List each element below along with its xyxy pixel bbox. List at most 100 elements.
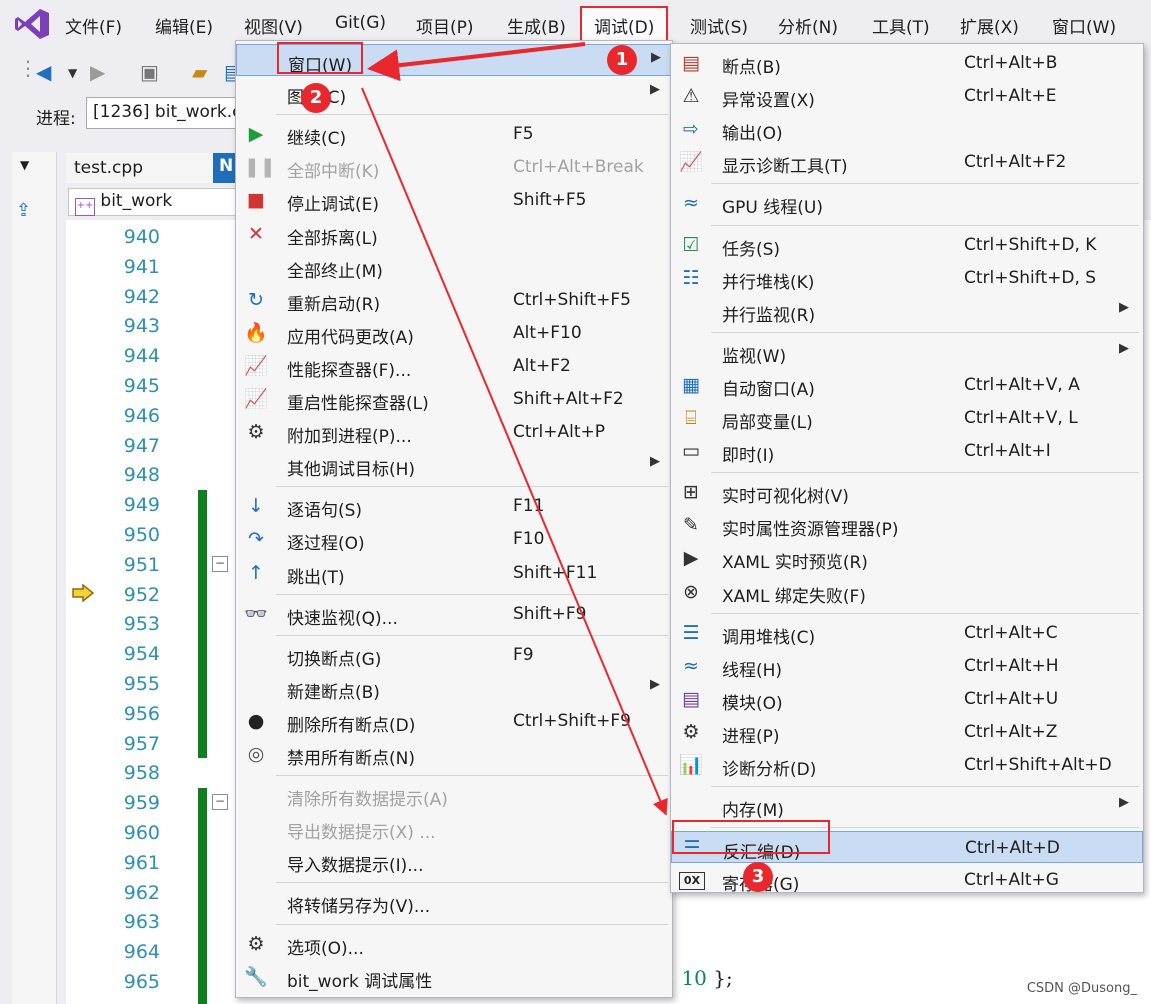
line-number: 948 [123, 464, 160, 487]
window-menu-item-19[interactable]: ⚙ 进程(P) Ctrl+Alt+Z [671, 716, 1143, 748]
new-project-icon[interactable]: ▣ [140, 60, 159, 84]
debug-menu-item-17[interactable]: 切换断点(G) F9 [236, 639, 672, 671]
debug-menu-item-15[interactable]: ↑ 跳出(T) Shift+F11 [236, 557, 672, 589]
menu-analyze[interactable]: 分析(N) [778, 13, 838, 38]
debug-menu-item-13[interactable]: ↓ 逐语句(S) F11 [236, 490, 672, 522]
window-menu-item-7[interactable]: 并行监视(R) ▶ [671, 295, 1143, 327]
menu-edit[interactable]: 编辑(E) [155, 13, 213, 38]
debug-menu-item-9[interactable]: 📈 性能探查器(F)... Alt+F2 [236, 350, 672, 382]
debug-menu-item-21[interactable]: 清除所有数据提示(A) [236, 779, 672, 811]
menu-git[interactable]: Git(G) [335, 13, 386, 33]
debug-menu-item-label: 继续(C) [287, 129, 347, 150]
breakpoints-window-icon: ▤ [682, 52, 700, 74]
debug-menu-item-12[interactable]: 其他调试目标(H) ▶ [236, 449, 672, 481]
debug-menu-item-3[interactable]: ❚❚ 全部中断(K) Ctrl+Alt+Break [236, 151, 672, 183]
editor-tab-test-cpp[interactable]: test.cpp [66, 153, 214, 183]
debug-menu-item-2[interactable]: ▶ 继续(C) F5 [236, 118, 672, 150]
window-menu-item-20[interactable]: 📊 诊断分析(D) Ctrl+Shift+Alt+D [671, 749, 1143, 781]
debug-menu-item-shortcut: Ctrl+Alt+Break [513, 157, 644, 178]
window-menu-item-label: 调用堆栈(C) [722, 627, 816, 648]
debug-menu-item-22[interactable]: 导出数据提示(X) ... [236, 812, 672, 844]
fold-toggle[interactable]: − [212, 794, 228, 810]
code-brace: }; [713, 966, 733, 990]
menu-project[interactable]: 项目(P) [416, 13, 474, 38]
window-menu-item-6[interactable]: ☷ 并行堆栈(K) Ctrl+Shift+D, S [671, 262, 1143, 294]
window-menu-item-15[interactable]: ⊗ XAML 绑定失败(F) [671, 576, 1143, 608]
debug-menu-item-6[interactable]: 全部终止(M) [236, 251, 672, 283]
window-menu-item-0[interactable]: ▤ 断点(B) Ctrl+Alt+B [671, 47, 1143, 79]
window-menu-item-8[interactable]: 监视(W) ▶ [671, 336, 1143, 368]
menu-window[interactable]: 窗口(W) [1052, 13, 1116, 38]
share-icon[interactable]: ⇪ [16, 200, 31, 221]
window-menu-item-18[interactable]: ▤ 模块(O) Ctrl+Alt+U [671, 683, 1143, 715]
window-menu-item-13[interactable]: ✎ 实时属性资源管理器(P) [671, 509, 1143, 541]
window-menu-item-16[interactable]: ☰ 调用堆栈(C) Ctrl+Alt+C [671, 617, 1143, 649]
debug-menu-item-23[interactable]: 导入数据提示(I)... [236, 845, 672, 877]
debug-menu-item-19[interactable]: ● 删除所有断点(D) Ctrl+Shift+F9 [236, 705, 672, 737]
debug-menu-item-14[interactable]: ↷ 逐过程(O) F10 [236, 523, 672, 555]
line-number: 947 [123, 434, 160, 457]
window-menu-item-3[interactable]: 📈 显示诊断工具(T) Ctrl+Alt+F2 [671, 146, 1143, 178]
glasses-icon: 👓 [244, 602, 268, 625]
window-menu-item-14[interactable]: ▶ XAML 实时预览(R) [671, 542, 1143, 574]
chevron-down-icon[interactable]: ▼ [68, 66, 77, 80]
window-menu-item-10[interactable]: ⌸ 局部变量(L) Ctrl+Alt+V, L [671, 402, 1143, 434]
menu-file[interactable]: 文件(F) [65, 13, 122, 38]
window-menu-item-shortcut: Ctrl+Alt+V, L [964, 408, 1078, 428]
window-menu-item-4[interactable]: ≈ GPU 线程(U) [671, 187, 1143, 219]
debug-menu-item-8[interactable]: 🔥 应用代码更改(A) Alt+F10 [236, 317, 672, 349]
debug-menu-item-24[interactable]: 将转储另存为(V)... [236, 886, 672, 918]
window-menu-item-11[interactable]: ▭ 即时(I) Ctrl+Alt+I [671, 435, 1143, 467]
project-icon: ++ [75, 198, 95, 216]
menu-view[interactable]: 视图(V) [244, 13, 303, 38]
window-menu-item-1[interactable]: ⚠ 异常设置(X) Ctrl+Alt+E [671, 80, 1143, 112]
window-menu-item-label: 断点(B) [722, 58, 781, 78]
menu-test[interactable]: 测试(S) [690, 13, 748, 38]
debug-menu-item-11[interactable]: ⚙ 附加到进程(P)... Ctrl+Alt+P [236, 416, 672, 448]
line-number: 941 [123, 255, 160, 278]
debug-menu-item-16[interactable]: 👓 快速监视(Q)... Shift+F9 [236, 598, 672, 630]
forward-icon[interactable]: ▶ [90, 60, 105, 84]
window-menu-item-label: 异常设置(X) [722, 91, 815, 112]
back-icon[interactable]: ◀ [36, 60, 51, 84]
visual-studio-logo-icon[interactable] [14, 8, 50, 40]
gear-icon: ⚙ [247, 932, 265, 955]
window-menu-item-21[interactable]: 内存(M) ▶ [671, 790, 1143, 822]
line-number: 953 [123, 613, 160, 636]
line-number: 955 [123, 673, 160, 695]
debug-menu-item-5[interactable]: ✕ 全部拆离(L) [236, 218, 672, 250]
open-folder-icon[interactable]: ▰ [192, 60, 207, 84]
debug-menu-item-26[interactable]: 🔧 bit_work 调试属性 [236, 961, 672, 993]
window-menu-item-5[interactable]: ☑ 任务(S) Ctrl+Shift+D, K [671, 229, 1143, 261]
property-explorer-icon: ✎ [683, 514, 699, 537]
window-menu-item-shortcut: Ctrl+Alt+F2 [964, 152, 1067, 173]
debug-menu-item-18[interactable]: 新建断点(B) ▶ [236, 672, 672, 704]
disable-breakpoints-icon: ◎ [247, 743, 265, 765]
pause-icon: ❚❚ [244, 156, 276, 179]
fold-toggle[interactable]: − [212, 556, 228, 572]
menu-tools[interactable]: 工具(T) [872, 13, 930, 38]
debug-menu-item-shortcut: Alt+F10 [513, 322, 582, 343]
debug-menu-item-4[interactable]: ■ 停止调试(E) Shift+F5 [236, 184, 672, 216]
debug-menu-item-25[interactable]: ⚙ 选项(O)... [236, 928, 672, 960]
window-menu-item-2[interactable]: ⇨ 输出(O) [671, 113, 1143, 145]
process-combo[interactable]: [1236] bit_work.e [86, 97, 246, 129]
navigation-combo[interactable]: ++ bit_work [68, 188, 240, 216]
window-menu-item-12[interactable]: ⊞ 实时可视化树(V) [671, 476, 1143, 508]
chevron-down-icon[interactable]: ▼ [20, 158, 29, 172]
debug-menu-item-20[interactable]: ◎ 禁用所有断点(N) [236, 738, 672, 770]
menu-build[interactable]: 生成(B) [507, 13, 566, 38]
line-number: 964 [123, 941, 160, 964]
window-menu-item-9[interactable]: ▦ 自动窗口(A) Ctrl+Alt+V, A [671, 369, 1143, 401]
window-menu-item-23[interactable]: 0X寄存器(G)Ctrl+Alt+G [671, 864, 1143, 896]
flame-icon: 🔥 [244, 321, 268, 344]
window-menu-item-17[interactable]: ≈ 线程(H) Ctrl+Alt+H [671, 650, 1143, 682]
menu-extensions[interactable]: 扩展(X) [960, 13, 1019, 38]
line-number: 965 [123, 971, 160, 993]
debug-menu-dropdown: 窗口(W)▶图形(C)▶▶继续(C)F5❚❚全部中断(K)Ctrl+Alt+Br… [235, 40, 673, 998]
menu-separator [711, 786, 1139, 788]
debug-menu-item-label: 应用代码更改(A) [287, 327, 414, 348]
debug-menu-item-7[interactable]: ↻ 重新启动(R) Ctrl+Shift+F5 [236, 284, 672, 316]
debug-menu-item-10[interactable]: 📈 重启性能探查器(L) Shift+Alt+F2 [236, 383, 672, 415]
submenu-arrow-icon: ▶ [650, 454, 660, 470]
